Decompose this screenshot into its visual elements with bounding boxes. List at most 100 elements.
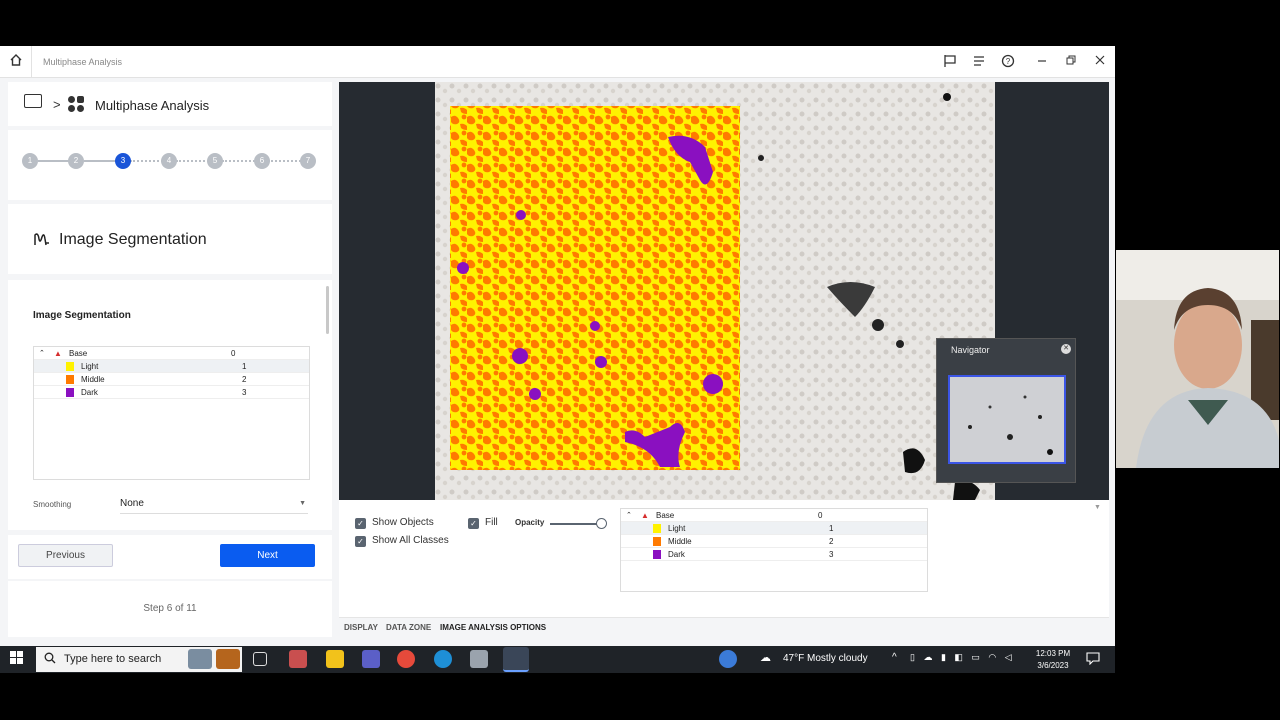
step-3[interactable]: 3 — [115, 153, 131, 169]
previous-button[interactable]: Previous — [18, 544, 113, 567]
weather-text[interactable]: 47°F Mostly cloudy — [783, 653, 868, 664]
show-objects-label: Show Objects — [372, 517, 434, 528]
search-placeholder: Type here to search — [64, 653, 162, 665]
taskbar: Type here to search ☁ 47°F Mostly cloudy… — [0, 646, 1115, 673]
class-row-dark[interactable]: Dark 3 — [621, 548, 927, 561]
section-title: Image Segmentation — [59, 231, 207, 248]
base-icon: ▲ — [54, 349, 62, 358]
task-view-icon[interactable] — [253, 652, 267, 666]
nav-buttons: Previous Next — [8, 535, 332, 579]
cloud-icon: ☁ — [760, 652, 771, 664]
scrollbar[interactable] — [326, 286, 329, 334]
window-title: Multiphase Analysis — [43, 57, 123, 67]
histogram-icon — [34, 231, 50, 250]
step-2[interactable]: 2 — [68, 153, 84, 169]
collapse-icon[interactable]: ⌃ — [626, 511, 632, 519]
class-name: Base — [69, 349, 88, 358]
class-value: 1 — [242, 362, 247, 371]
zen-app-icon[interactable] — [503, 647, 529, 672]
app-icon-1[interactable] — [289, 650, 307, 668]
close-icon[interactable] — [1092, 54, 1108, 70]
news-widget-icon[interactable] — [188, 649, 212, 669]
app-icon-2[interactable] — [470, 650, 488, 668]
webcam-feed — [1116, 250, 1279, 468]
class-value: 3 — [242, 388, 247, 397]
class-name: Middle — [668, 537, 692, 546]
micrograph-image[interactable] — [435, 82, 995, 500]
color-swatch — [66, 362, 74, 371]
smoothing-select[interactable]: None ▼ — [120, 498, 308, 514]
app-window: Multiphase Analysis ? > Multiphase Analy… — [0, 46, 1115, 646]
flag-icon[interactable] — [942, 54, 958, 70]
help-icon[interactable]: ? — [1000, 54, 1016, 70]
show-all-classes-label: Show All Classes — [372, 535, 449, 546]
color-swatch — [66, 388, 74, 397]
class-row-light[interactable]: Light 1 — [621, 522, 927, 535]
help-app-icon[interactable] — [719, 650, 737, 668]
class-row-middle[interactable]: Middle 2 — [34, 373, 309, 386]
chevron-down-icon: ▼ — [299, 500, 306, 507]
smoothing-value: None — [120, 498, 144, 509]
class-row-dark[interactable]: Dark 3 — [34, 386, 309, 399]
tab-data-zone[interactable]: DATA ZONE — [386, 623, 431, 632]
close-icon[interactable]: ✕ — [1061, 344, 1071, 354]
class-row-light[interactable]: Light 1 — [34, 360, 309, 373]
list-icon[interactable] — [971, 54, 987, 70]
class-row-middle[interactable]: Middle 2 — [621, 535, 927, 548]
step-5[interactable]: 5 — [207, 153, 223, 169]
class-name: Light — [81, 362, 99, 371]
clock[interactable]: 12:03 PM 3/6/2023 — [1030, 648, 1076, 672]
tray-chevron-icon[interactable]: ^ — [892, 652, 897, 663]
breadcrumb-separator: > — [53, 97, 61, 112]
file-explorer-icon[interactable] — [326, 650, 344, 668]
edge-icon[interactable] — [434, 650, 452, 668]
teams-icon[interactable] — [362, 650, 380, 668]
stepper: 1 2 3 4 5 6 7 — [8, 130, 332, 200]
restore-icon[interactable] — [1063, 54, 1079, 70]
windows-start-icon[interactable] — [10, 651, 24, 668]
step-4[interactable]: 4 — [161, 153, 177, 169]
system-tray-icons[interactable]: ▯ ☁ ▮ ◧ ▭ ◠ ◁ — [910, 652, 1015, 663]
navigator-panel[interactable]: Navigator ✕ — [936, 338, 1076, 483]
color-swatch — [66, 375, 74, 384]
navigator-thumbnail[interactable] — [948, 375, 1066, 464]
fill-checkbox[interactable]: ✓ — [468, 518, 479, 529]
segmentation-panel: Image Segmentation ⌃ ▲ Base 0 Light 1 Mi… — [8, 280, 332, 530]
color-swatch — [653, 524, 661, 533]
opacity-slider[interactable] — [550, 523, 600, 525]
class-name: Dark — [668, 550, 685, 559]
step-6[interactable]: 6 — [254, 153, 270, 169]
show-objects-checkbox[interactable]: ✓ — [355, 518, 366, 529]
briefcase-icon[interactable] — [216, 649, 240, 669]
options-panel: ✓ Show Objects ✓ Show All Classes ✓ Fill… — [339, 500, 1109, 637]
navigator-title: Navigator — [951, 345, 990, 355]
title-separator — [31, 46, 32, 78]
next-button[interactable]: Next — [220, 544, 315, 567]
clock-date: 3/6/2023 — [1037, 661, 1069, 670]
notification-icon[interactable] — [1086, 651, 1100, 668]
class-row-base[interactable]: ⌃ ▲ Base 0 — [621, 509, 927, 522]
step-7[interactable]: 7 — [300, 153, 316, 169]
title-bar: Multiphase Analysis ? — [0, 46, 1115, 78]
base-icon: ▲ — [641, 511, 649, 520]
class-value: 1 — [829, 524, 834, 533]
fill-label: Fill — [485, 517, 498, 528]
taskbar-search[interactable]: Type here to search — [36, 647, 242, 672]
class-row-base[interactable]: ⌃ ▲ Base 0 — [34, 347, 309, 360]
opacity-label: Opacity — [515, 518, 545, 527]
back-icon[interactable] — [24, 94, 42, 108]
class-value: 0 — [231, 349, 236, 358]
class-list-secondary: ⌃ ▲ Base 0 Light 1 Middle 2 Dark 3 — [620, 508, 928, 592]
class-name: Middle — [81, 375, 105, 384]
opacity-slider-handle[interactable] — [596, 518, 607, 529]
collapse-icon[interactable]: ⌃ — [39, 349, 45, 357]
chrome-icon[interactable] — [397, 650, 415, 668]
step-1[interactable]: 1 — [22, 153, 38, 169]
step-indicator: Step 6 of 11 — [8, 581, 332, 637]
tab-image-analysis-options[interactable]: IMAGE ANALYSIS OPTIONS — [440, 623, 546, 632]
collapse-panel-icon[interactable]: ▼ — [1094, 504, 1101, 511]
home-icon[interactable] — [6, 53, 26, 71]
show-all-classes-checkbox[interactable]: ✓ — [355, 536, 366, 547]
tab-display[interactable]: DISPLAY — [344, 623, 378, 632]
minimize-icon[interactable] — [1034, 54, 1050, 70]
